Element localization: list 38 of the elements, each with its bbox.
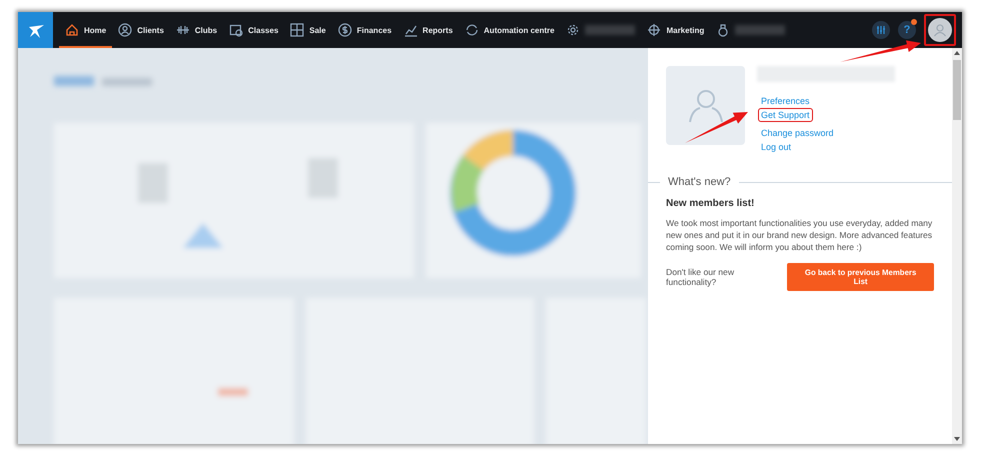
nav-item[interactable]: Classes: [223, 12, 284, 48]
nav-item[interactable]: Marketing: [641, 12, 710, 48]
profile-link[interactable]: Log out: [758, 140, 794, 154]
section-title: What's new?: [667, 176, 732, 188]
redacted-text: [735, 25, 786, 35]
dollar-icon: [338, 23, 352, 37]
calendar-icon: [229, 23, 244, 37]
profile-link[interactable]: Preferences: [758, 94, 813, 108]
news-heading: New members list!: [666, 198, 756, 209]
redacted-text: [585, 25, 636, 35]
profile-link[interactable]: Change password: [758, 126, 837, 140]
nav-item[interactable]: Finances: [332, 12, 398, 48]
target-icon: [647, 23, 662, 37]
gear-icon: [566, 23, 580, 37]
annotation-arrow: [685, 112, 748, 143]
sliders-icon: [876, 25, 886, 35]
down-arrow-icon: [954, 437, 960, 441]
bag-icon: [716, 23, 730, 37]
nav-item[interactable]: Sale: [284, 12, 332, 48]
refresh-icon: [464, 23, 479, 37]
news-text: We took most important functionalities you use everyday, added many new ones and put it in our brand new design. More advanced features coming soon. We will inform you about them here :): [666, 217, 934, 253]
nav-item[interactable]: Automation centre: [458, 12, 560, 48]
profile-link[interactable]: Get Support: [758, 108, 813, 122]
nav-item[interactable]: Clubs: [170, 12, 224, 48]
scrollbar[interactable]: [952, 48, 962, 444]
nav-item[interactable]: Reports: [398, 12, 459, 48]
filter-button[interactable]: [872, 21, 890, 39]
person-icon: [118, 23, 132, 37]
help-button[interactable]: ?: [898, 21, 916, 39]
nav-item[interactable]: Clients: [112, 12, 170, 48]
home-icon: [65, 23, 79, 37]
scrollbar-thumb[interactable]: [953, 60, 961, 120]
person-icon: [933, 23, 947, 37]
up-arrow-icon: [954, 51, 960, 55]
grid-icon: [290, 23, 304, 37]
chart-icon: [404, 23, 418, 37]
dumbbell-icon: [176, 23, 190, 37]
prompt-text: Don't like our new functionality?: [666, 267, 736, 287]
